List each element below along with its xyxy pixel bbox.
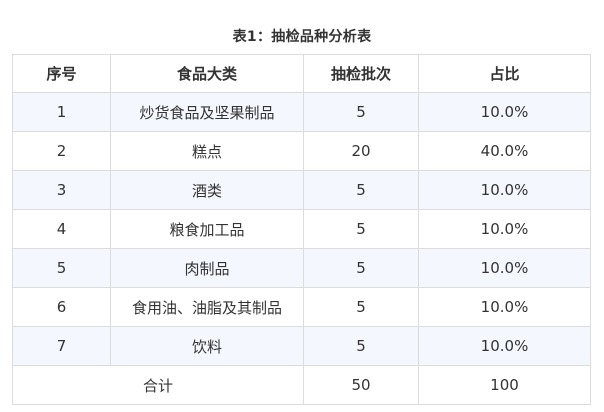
cell-batches: 5 <box>303 170 419 210</box>
column-header-index: 序号 <box>12 54 111 93</box>
table-header-row: 序号 食品大类 抽检批次 占比 <box>12 54 591 93</box>
cell-index: 3 <box>12 170 111 210</box>
cell-share: 10.0% <box>418 248 591 288</box>
cell-index: 5 <box>12 248 111 288</box>
cell-share: 10.0% <box>418 326 591 366</box>
cell-share: 10.0% <box>418 92 591 132</box>
cell-share: 10.0% <box>418 170 591 210</box>
cell-batches: 20 <box>303 131 419 171</box>
cell-index: 7 <box>12 326 111 366</box>
cell-category: 糕点 <box>110 131 304 171</box>
cell-index: 6 <box>12 287 111 327</box>
column-header-category: 食品大类 <box>110 54 304 93</box>
cell-batches: 5 <box>303 287 419 327</box>
column-header-share: 占比 <box>418 54 591 93</box>
cell-share: 10.0% <box>418 209 591 249</box>
cell-category: 炒货食品及坚果制品 <box>110 92 304 132</box>
table-row: 6 食用油、油脂及其制品 5 10.0% <box>12 287 591 327</box>
table-row: 5 肉制品 5 10.0% <box>12 248 591 288</box>
cell-index: 4 <box>12 209 111 249</box>
table-caption: 表1：抽检品种分析表 <box>232 29 372 45</box>
column-header-batches: 抽检批次 <box>303 54 419 93</box>
total-label: 合计 <box>12 365 304 405</box>
cell-category: 食用油、油脂及其制品 <box>110 287 304 327</box>
cell-category: 粮食加工品 <box>110 209 304 249</box>
table-row: 7 饮料 5 10.0% <box>12 326 591 366</box>
cell-share: 40.0% <box>418 131 591 171</box>
cell-batches: 5 <box>303 209 419 249</box>
cell-index: 2 <box>12 131 111 171</box>
total-batches: 50 <box>303 365 419 405</box>
cell-batches: 5 <box>303 326 419 366</box>
inspection-category-table: 序号 食品大类 抽检批次 占比 1 炒货食品及坚果制品 5 10.0% 2 糕点… <box>12 54 591 405</box>
cell-index: 1 <box>12 92 111 132</box>
cell-batches: 5 <box>303 92 419 132</box>
table-row: 1 炒货食品及坚果制品 5 10.0% <box>12 92 591 132</box>
table-total-row: 合计 50 100 <box>12 365 591 405</box>
total-share: 100 <box>418 365 591 405</box>
cell-category: 饮料 <box>110 326 304 366</box>
table-row: 3 酒类 5 10.0% <box>12 170 591 210</box>
cell-share: 10.0% <box>418 287 591 327</box>
table-row: 4 粮食加工品 5 10.0% <box>12 209 591 249</box>
cell-batches: 5 <box>303 248 419 288</box>
cell-category: 酒类 <box>110 170 304 210</box>
cell-category: 肉制品 <box>110 248 304 288</box>
table-row: 2 糕点 20 40.0% <box>12 131 591 171</box>
